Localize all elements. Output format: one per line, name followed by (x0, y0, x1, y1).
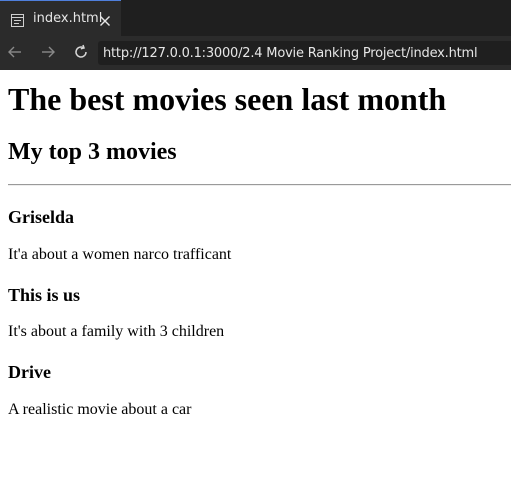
movie-description: It's about a family with 3 children (8, 323, 225, 340)
url-text: http://127.0.0.1:3000/2.4 Movie Ranking … (103, 45, 478, 61)
tab-index-html[interactable]: index.html (0, 0, 121, 36)
arrow-right-icon[interactable] (40, 44, 56, 60)
reload-icon[interactable] (73, 44, 89, 60)
navigation-bar: http://127.0.0.1:3000/2.4 Movie Ranking … (0, 36, 511, 70)
horizontal-rule (8, 184, 511, 186)
tab-strip: index.html (0, 0, 511, 36)
movie-title: Drive (8, 362, 51, 382)
page-title: The best movies seen last month (8, 81, 447, 117)
browser-chrome: index.html http://127.0.0.1:3000/2.4 Mov… (0, 0, 511, 70)
page-icon (11, 12, 24, 27)
movie-title: This is us (8, 285, 81, 305)
movie-title: Griselda (8, 207, 74, 227)
tab-title: index.html (33, 11, 103, 26)
page-content: The best movies seen last month My top 3… (0, 70, 511, 482)
arrow-left-icon[interactable] (7, 44, 23, 60)
movie-description: It'a about a women narco trafficant (8, 246, 232, 263)
movie-description: A realistic movie about a car (8, 401, 192, 418)
address-bar[interactable]: http://127.0.0.1:3000/2.4 Movie Ranking … (98, 41, 511, 65)
close-icon[interactable] (99, 12, 111, 26)
page-subtitle: My top 3 movies (8, 139, 177, 165)
